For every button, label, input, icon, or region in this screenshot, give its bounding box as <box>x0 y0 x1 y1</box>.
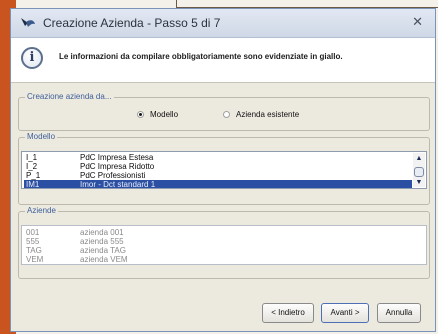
info-icon: i <box>21 47 43 69</box>
info-text: Le informazioni da compilare obbligatori… <box>59 52 343 61</box>
list-item[interactable]: I_1 PdC Impresa Estesa <box>24 153 412 162</box>
scroll-thumb[interactable] <box>414 167 424 177</box>
modello-group: Modello I_1 PdC Impresa Estesa I_2 PdC I… <box>18 132 430 205</box>
row-code: 001 <box>26 228 40 237</box>
list-item[interactable]: I_2 PdC Impresa Ridotto <box>24 162 412 171</box>
list-item-selected[interactable]: IM1 Imor - Dct standard 1 <box>24 180 412 189</box>
radio-modello-label: Modello <box>150 110 179 119</box>
row-code: I_2 <box>26 162 38 171</box>
row-desc: PdC Impresa Estesa <box>80 153 154 162</box>
row-desc: PdC Professionisti <box>80 171 146 180</box>
row-code: IM1 <box>26 180 40 189</box>
row-code: P_1 <box>26 171 41 180</box>
scroll-down-icon[interactable]: ▼ <box>415 179 423 186</box>
window-title: Creazione Azienda - Passo 5 di 7 <box>43 16 221 30</box>
cancel-button[interactable]: Annulla <box>377 303 421 323</box>
scroll-up-icon[interactable]: ▲ <box>415 155 423 162</box>
back-button[interactable]: < Indietro <box>262 303 314 323</box>
list-item[interactable]: P_1 PdC Professionisti <box>24 171 412 180</box>
row-desc: PdC Impresa Ridotto <box>80 162 155 171</box>
row-desc: azienda TAG <box>80 246 126 255</box>
radio-dot[interactable] <box>223 111 230 118</box>
row-code: VEM <box>26 255 44 264</box>
list-item[interactable]: 555 azienda 555 <box>24 237 412 246</box>
row-code: TAG <box>26 246 42 255</box>
radio-dot-selected[interactable] <box>137 111 144 118</box>
modello-legend: Modello <box>25 132 58 141</box>
list-item[interactable]: VEM azienda VEM <box>24 255 412 264</box>
aziende-listbox[interactable]: 001 azienda 001 555 azienda 555 TAG azie… <box>21 225 427 265</box>
next-button[interactable]: Avanti > <box>321 303 369 323</box>
aziende-group: Aziende 001 azienda 001 555 azienda 555 … <box>18 206 430 279</box>
row-desc: azienda VEM <box>80 255 128 264</box>
list-item[interactable]: TAG azienda TAG <box>24 246 412 255</box>
row-desc: azienda 555 <box>80 237 124 246</box>
title-bar[interactable]: Creazione Azienda - Passo 5 di 7 ✕ <box>11 9 435 38</box>
info-banner: i Le informazioni da compilare obbligato… <box>11 38 435 83</box>
close-icon[interactable]: ✕ <box>412 14 423 30</box>
wizard-dialog: Creazione Azienda - Passo 5 di 7 ✕ i Le … <box>10 8 436 332</box>
app-icon <box>21 18 35 27</box>
radio-azienda-esistente[interactable]: Azienda esistente <box>223 110 299 119</box>
radio-modello[interactable]: Modello <box>137 110 178 119</box>
aziende-legend: Aziende <box>25 206 58 215</box>
creation-source-group: Creazione azienda da... Modello Azienda … <box>18 92 430 131</box>
row-desc: azienda 001 <box>80 228 124 237</box>
list-item[interactable]: 001 azienda 001 <box>24 228 412 237</box>
creation-source-legend: Creazione azienda da... <box>25 92 114 101</box>
row-code: 555 <box>26 237 40 246</box>
row-desc: Imor - Dct standard 1 <box>80 180 156 189</box>
vertical-scrollbar[interactable]: ▲ ▼ <box>413 153 425 187</box>
radio-azienda-esistente-label: Azienda esistente <box>236 110 300 119</box>
modello-listbox[interactable]: I_1 PdC Impresa Estesa I_2 PdC Impresa R… <box>21 151 427 189</box>
row-code: I_1 <box>26 153 38 162</box>
